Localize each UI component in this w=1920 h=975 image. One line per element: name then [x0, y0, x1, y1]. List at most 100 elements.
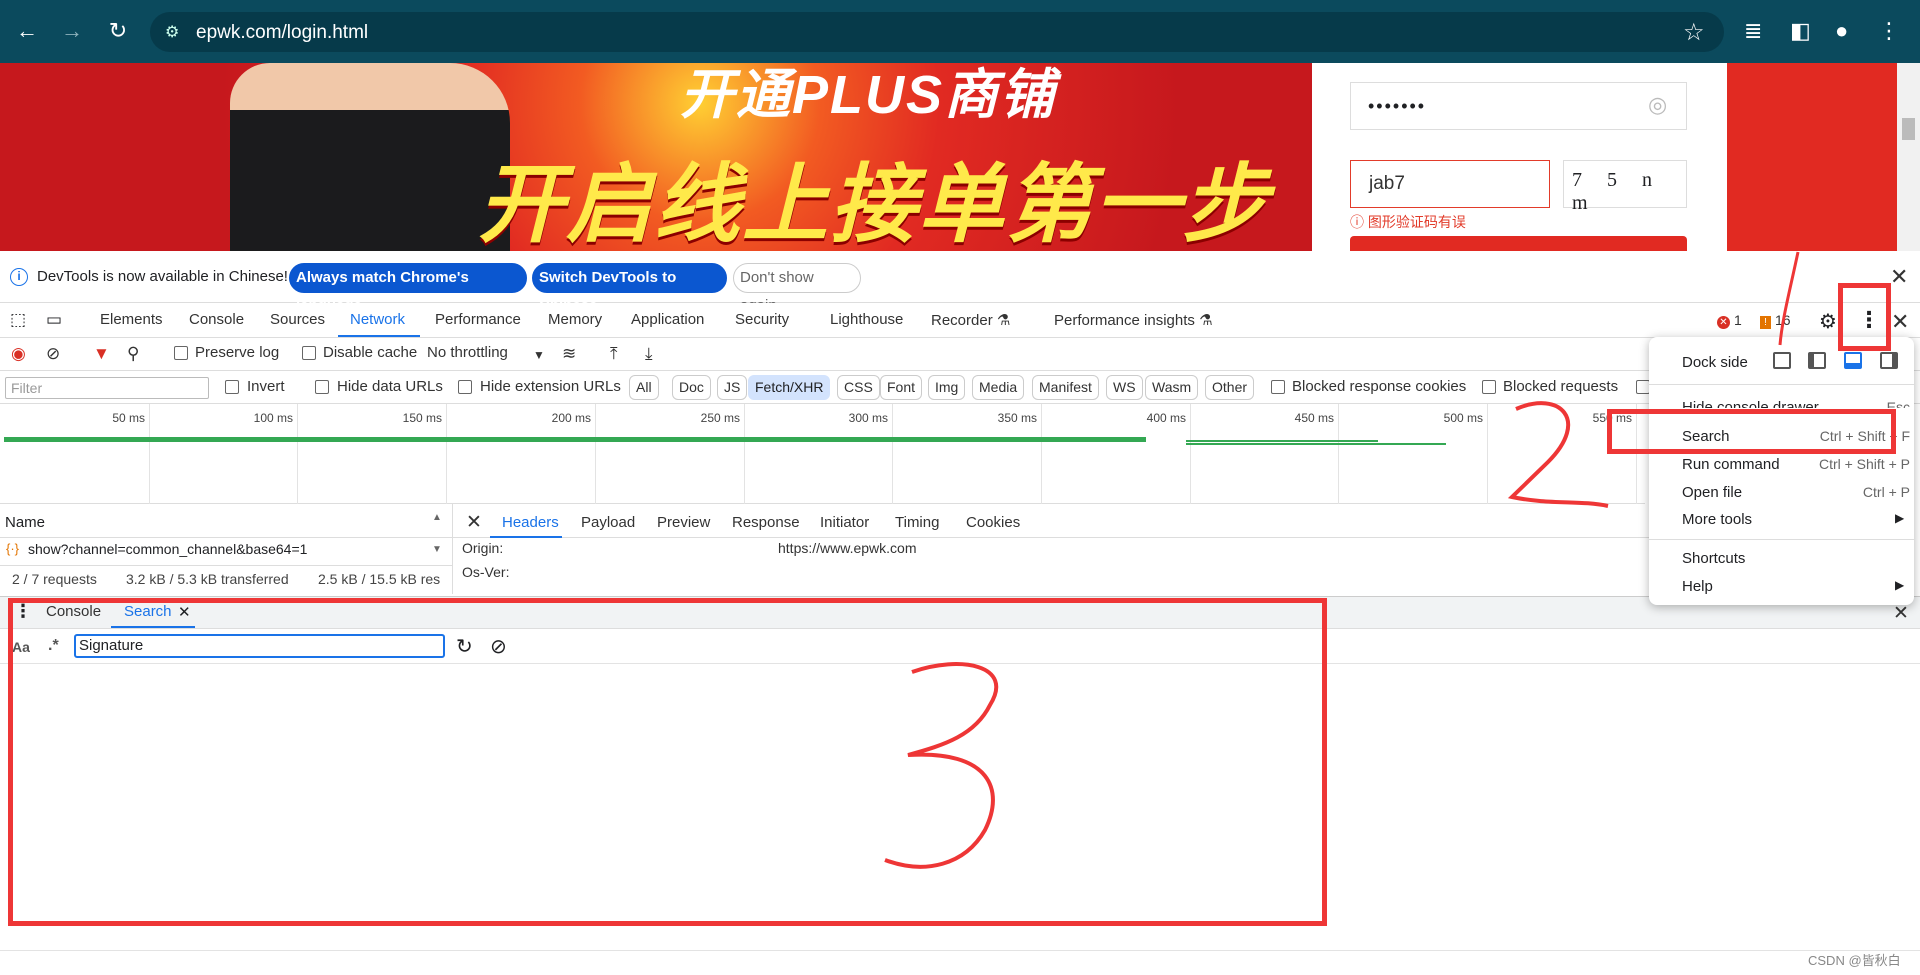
tab-network[interactable]: Network — [350, 311, 405, 328]
dock-bottom-icon[interactable] — [1844, 352, 1862, 369]
timeline-gridline — [892, 404, 893, 504]
search-icon[interactable]: ⚲ — [127, 344, 139, 364]
page-scrollbar-thumb[interactable] — [1902, 118, 1915, 140]
dock-right-icon[interactable] — [1880, 352, 1898, 369]
type-filter-js[interactable]: JS — [717, 375, 748, 400]
menu-item-help[interactable]: Help — [1682, 578, 1713, 595]
name-column-header[interactable]: Name — [5, 514, 45, 531]
download-icon[interactable]: ⤓ — [645, 344, 653, 364]
captcha-image[interactable]: 7 5 n m — [1563, 160, 1687, 214]
close-drawer-icon[interactable]: ✕ — [1893, 602, 1909, 625]
tab-performance[interactable]: Performance — [435, 311, 521, 328]
close-devtools-icon[interactable]: ✕ — [1891, 309, 1909, 335]
tab-security[interactable]: Security — [735, 311, 789, 328]
menu-item-open-file[interactable]: Open file — [1682, 484, 1742, 501]
browser-menu-icon[interactable]: ⋮ — [1878, 18, 1900, 44]
filter-funnel-icon[interactable]: ▼ — [93, 344, 110, 364]
settings-gear-icon[interactable]: ⚙ — [1819, 309, 1837, 334]
forward-button[interactable]: → — [57, 16, 87, 46]
tab-preview[interactable]: Preview — [657, 514, 710, 531]
type-filter-fetch-xhr[interactable]: Fetch/XHR — [748, 375, 831, 400]
filter-input[interactable]: Filter — [5, 377, 209, 399]
clear-icon[interactable]: ⊘ — [46, 344, 60, 364]
tab-memory[interactable]: Memory — [548, 311, 602, 328]
undock-icon[interactable] — [1773, 352, 1791, 369]
tab-sources[interactable]: Sources — [270, 311, 325, 328]
type-filter-manifest[interactable]: Manifest — [1032, 375, 1099, 400]
login-button[interactable] — [1350, 236, 1687, 251]
menu-item-run-command[interactable]: Run command — [1682, 456, 1780, 473]
device-toolbar-icon[interactable]: ▭ — [46, 310, 62, 330]
preserve-log-checkbox[interactable] — [174, 346, 188, 360]
side-panel-icon[interactable]: ◧ — [1790, 18, 1811, 44]
tab-recorder[interactable]: Recorder ⚗ — [931, 311, 1010, 329]
tab-timing[interactable]: Timing — [895, 514, 939, 531]
menu-item-hide-drawer[interactable]: Hide console drawer — [1682, 399, 1819, 408]
media-icon[interactable]: ≣ — [1744, 18, 1762, 44]
type-filter-doc[interactable]: Doc — [672, 375, 711, 400]
page-scrollbar[interactable] — [1897, 63, 1920, 251]
type-filter-css[interactable]: CSS — [837, 375, 880, 400]
close-infobar-icon[interactable]: ✕ — [1890, 264, 1908, 290]
annotation-box-menu — [1838, 283, 1891, 351]
request-name[interactable]: show?channel=common_channel&base64=1 — [28, 541, 307, 557]
tab-lighthouse[interactable]: Lighthouse — [830, 311, 903, 328]
inspect-element-icon[interactable]: ⬚ — [10, 310, 26, 330]
type-filter-media[interactable]: Media — [972, 375, 1025, 400]
menu-shortcut: Ctrl + P — [1862, 484, 1910, 500]
tab-payload[interactable]: Payload — [581, 514, 635, 531]
close-details-icon[interactable]: ✕ — [466, 511, 482, 534]
back-button[interactable]: ← — [12, 16, 42, 46]
header-key: Origin: — [462, 540, 504, 556]
upload-icon[interactable]: ⤒ — [610, 344, 618, 364]
bookmark-star-icon[interactable]: ☆ — [1683, 18, 1705, 47]
tab-console[interactable]: Console — [189, 311, 244, 328]
disable-cache-checkbox[interactable] — [302, 346, 316, 360]
site-info-icon[interactable]: ⚙ — [165, 22, 185, 42]
xhr-icon: {·} — [6, 541, 20, 556]
menu-item-shortcuts[interactable]: Shortcuts — [1682, 550, 1745, 567]
dont-show-button[interactable]: Don't show again — [733, 263, 861, 314]
hide-data-urls-checkbox[interactable] — [315, 380, 329, 394]
scroll-up-icon[interactable]: ▲ — [432, 512, 442, 523]
warning-count[interactable]: ! 16 — [1760, 312, 1791, 329]
tab-response[interactable]: Response — [732, 514, 800, 531]
tab-initiator[interactable]: Initiator — [820, 514, 869, 531]
banner-person-image — [230, 63, 510, 251]
error-count[interactable]: ✕ 1 — [1717, 312, 1742, 329]
switch-chinese-button[interactable]: Switch DevTools to Chinese — [532, 263, 727, 314]
third-party-checkbox[interactable] — [1636, 380, 1650, 394]
match-language-button[interactable]: Always match Chrome's language — [289, 263, 527, 314]
blocked-cookies-checkbox[interactable] — [1271, 380, 1285, 394]
eye-slash-icon[interactable]: ◎ — [1648, 92, 1667, 118]
blocked-requests-checkbox[interactable] — [1482, 380, 1496, 394]
annotation-box-results — [8, 598, 1327, 926]
network-conditions-icon[interactable]: ≋ — [562, 344, 576, 364]
tab-elements[interactable]: Elements — [100, 311, 163, 328]
profile-icon[interactable]: ● — [1835, 18, 1848, 44]
tab-headers[interactable]: Headers — [502, 514, 559, 531]
type-filter-ws[interactable]: WS — [1106, 375, 1143, 400]
type-filter-other[interactable]: Other — [1205, 375, 1255, 400]
reload-button[interactable]: ↻ — [103, 16, 133, 46]
tab-application[interactable]: Application — [631, 311, 704, 328]
record-stop-icon[interactable]: ◉ — [11, 344, 26, 364]
timeline-bar — [1186, 443, 1446, 445]
type-filter-img[interactable]: Img — [928, 375, 966, 400]
hide-extension-urls-checkbox[interactable] — [458, 380, 472, 394]
chevron-down-icon[interactable]: ▼ — [533, 348, 545, 362]
url-text[interactable]: epwk.com/login.html — [196, 22, 368, 44]
menu-item-more-tools[interactable]: More tools — [1682, 511, 1752, 528]
throttling-select[interactable]: No throttling — [427, 344, 508, 361]
timeline-gridline — [595, 404, 596, 504]
warning-icon: ! — [1760, 316, 1771, 329]
invert-checkbox[interactable] — [225, 380, 239, 394]
scroll-down-icon[interactable]: ▼ — [432, 544, 442, 555]
dock-left-icon[interactable] — [1808, 352, 1826, 369]
type-filter-wasm[interactable]: Wasm — [1145, 375, 1199, 400]
tab-cookies[interactable]: Cookies — [966, 514, 1020, 531]
tab-performance-insights[interactable]: Performance insights ⚗ — [1054, 311, 1213, 329]
address-bar[interactable] — [150, 12, 1724, 52]
type-filter-all[interactable]: All — [629, 375, 659, 400]
type-filter-font[interactable]: Font — [880, 375, 923, 400]
